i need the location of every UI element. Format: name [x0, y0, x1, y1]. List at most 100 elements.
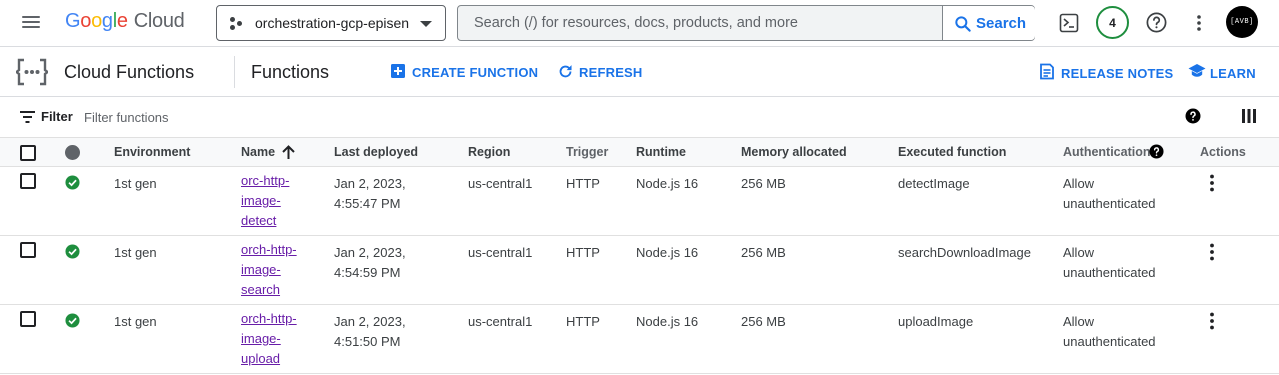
- logo-letter: o: [91, 10, 102, 32]
- column-header-environment[interactable]: Environment: [114, 145, 190, 159]
- search-button[interactable]: Search: [942, 6, 1035, 40]
- check-circle-icon: [65, 244, 80, 259]
- deployed-date: Jan 2, 2023,: [334, 314, 406, 329]
- status-column-icon: [65, 145, 80, 160]
- column-header-name[interactable]: Name: [241, 145, 275, 159]
- google-cloud-logo[interactable]: Google Cloud: [65, 10, 185, 33]
- logo-product-word: Cloud: [133, 10, 185, 32]
- row-checkbox[interactable]: [20, 173, 36, 189]
- function-name-link[interactable]: orch-http- image- search: [241, 240, 316, 300]
- logo-letter: o: [80, 10, 92, 32]
- column-header-runtime[interactable]: Runtime: [636, 145, 686, 159]
- more-vert-icon[interactable]: [1208, 243, 1216, 261]
- table-row: 1st gen orch-http- image- search Jan 2, …: [0, 236, 1279, 305]
- cell-runtime: Node.js 16: [636, 314, 699, 329]
- cell-executed-function: detectImage: [898, 176, 970, 191]
- avatar[interactable]: [AVB]: [1226, 6, 1258, 38]
- release-notes-button[interactable]: RELEASE NOTES: [1039, 63, 1173, 81]
- column-header-authentication: Authentication: [1063, 145, 1151, 159]
- top-header: Google Cloud orchestration-gcp-episen Sea…: [0, 0, 1279, 46]
- deployed-time: 4:54:59 PM: [334, 265, 401, 280]
- help-icon[interactable]: [1145, 11, 1168, 34]
- column-display-icon[interactable]: [1242, 109, 1256, 123]
- add-box-icon: [391, 64, 405, 78]
- cell-runtime: Node.js 16: [636, 245, 699, 260]
- school-icon: [1188, 64, 1206, 77]
- product-name: Cloud Functions: [64, 62, 195, 82]
- more-vert-icon[interactable]: [1194, 13, 1204, 33]
- cell-last-deployed: Jan 2, 2023, 4:55:47 PM: [334, 174, 406, 214]
- create-function-label: CREATE FUNCTION: [412, 65, 539, 80]
- column-header-actions: Actions: [1200, 145, 1246, 159]
- search-input[interactable]: [458, 6, 942, 40]
- help-icon[interactable]: [1185, 108, 1201, 124]
- row-checkbox[interactable]: [20, 242, 36, 258]
- cell-region: us-central1: [468, 176, 533, 191]
- filter-bar: Filter: [0, 97, 1279, 137]
- cell-memory: 256 MB: [741, 314, 786, 329]
- cell-memory: 256 MB: [741, 176, 786, 191]
- project-picker[interactable]: orchestration-gcp-episen: [216, 5, 446, 41]
- name-line: image-: [241, 331, 281, 346]
- column-header-memory[interactable]: Memory allocated: [741, 145, 847, 159]
- search-button-label: Search: [976, 15, 1027, 32]
- cell-trigger: HTTP: [566, 245, 600, 260]
- filter-input[interactable]: [84, 107, 484, 127]
- name-line: orch-http-: [241, 242, 297, 257]
- cell-authentication: Allow unauthenticated: [1063, 174, 1156, 214]
- deployed-time: 4:55:47 PM: [334, 196, 401, 211]
- project-name: orchestration-gcp-episen: [255, 15, 410, 31]
- search-icon: [955, 16, 971, 32]
- cell-executed-function: uploadImage: [898, 314, 974, 329]
- project-dots-icon: [230, 17, 244, 31]
- cell-trigger: HTTP: [566, 176, 600, 191]
- filter-icon: [20, 111, 35, 123]
- help-icon[interactable]: [1149, 144, 1164, 159]
- cell-environment: 1st gen: [114, 314, 157, 329]
- cell-memory: 256 MB: [741, 245, 786, 260]
- table-header: Environment Name Last deployed Region Tr…: [0, 137, 1279, 167]
- logo-letter: G: [65, 10, 81, 32]
- deployed-time: 4:51:50 PM: [334, 334, 401, 349]
- check-circle-icon: [65, 313, 80, 328]
- cell-environment: 1st gen: [114, 245, 157, 260]
- name-line: image-: [241, 193, 281, 208]
- column-header-region[interactable]: Region: [468, 145, 510, 159]
- auth-line: Allow: [1063, 314, 1095, 329]
- chevron-down-icon: [420, 21, 432, 27]
- cloud-shell-icon[interactable]: [1059, 13, 1079, 33]
- cloud-functions-icon: [16, 58, 48, 86]
- name-line: search: [241, 282, 281, 297]
- row-checkbox[interactable]: [20, 311, 36, 327]
- filter-button[interactable]: Filter: [20, 109, 75, 125]
- name-line: upload: [241, 351, 281, 366]
- cell-last-deployed: Jan 2, 2023, 4:51:50 PM: [334, 312, 406, 352]
- deployed-date: Jan 2, 2023,: [334, 245, 406, 260]
- learn-button[interactable]: LEARN: [1188, 63, 1256, 81]
- more-vert-icon[interactable]: [1208, 174, 1216, 192]
- release-notes-label: RELEASE NOTES: [1061, 66, 1174, 81]
- cell-environment: 1st gen: [114, 176, 157, 191]
- more-vert-icon[interactable]: [1208, 312, 1216, 330]
- product-bar: Cloud Functions Functions CREATE FUNCTIO…: [0, 46, 1279, 97]
- cell-trigger: HTTP: [566, 314, 600, 329]
- column-header-executed-function[interactable]: Executed function: [898, 145, 1006, 159]
- hamburger-icon[interactable]: [22, 13, 44, 31]
- column-header-last-deployed[interactable]: Last deployed: [334, 145, 418, 159]
- function-name-link[interactable]: orc-http- image- detect: [241, 171, 316, 231]
- select-all-checkbox[interactable]: [20, 145, 36, 161]
- learn-label: LEARN: [1210, 66, 1256, 81]
- notification-count: 4: [1109, 16, 1116, 30]
- name-line: orc-http-: [241, 173, 290, 188]
- refresh-button[interactable]: REFRESH: [557, 63, 642, 81]
- arrow-upward-icon[interactable]: [281, 144, 296, 160]
- divider: [234, 56, 235, 88]
- notifications-badge[interactable]: 4: [1096, 6, 1129, 39]
- function-name-link[interactable]: orch-http- image- upload: [241, 309, 316, 369]
- avatar-text: [AVB]: [1230, 18, 1254, 26]
- create-function-button[interactable]: CREATE FUNCTION: [390, 63, 538, 81]
- table-row: 1st gen orc-http- image- detect Jan 2, 2…: [0, 167, 1279, 236]
- cell-last-deployed: Jan 2, 2023, 4:54:59 PM: [334, 243, 406, 283]
- auth-line: unauthenticated: [1063, 334, 1156, 349]
- auth-line: unauthenticated: [1063, 196, 1156, 211]
